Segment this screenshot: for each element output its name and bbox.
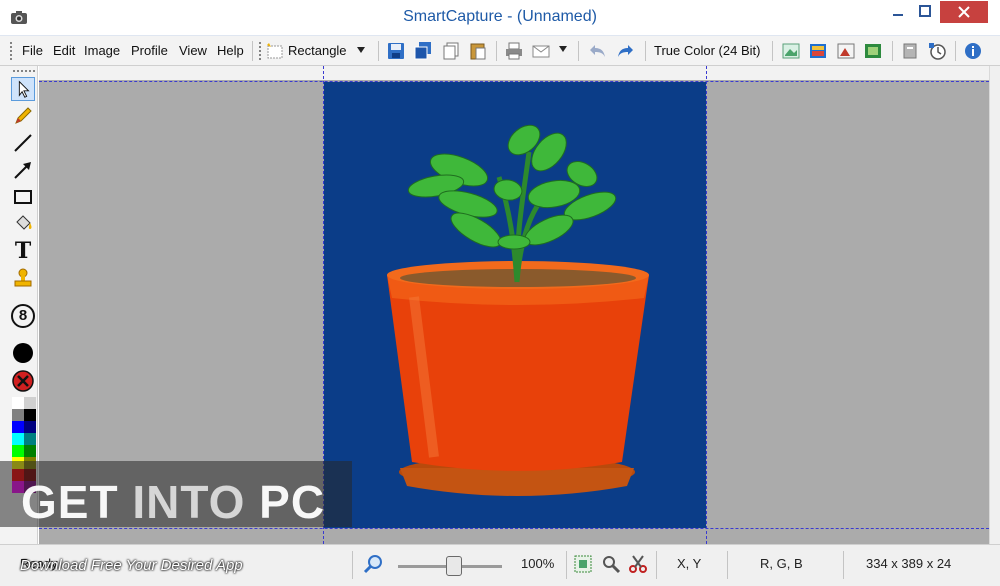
text-icon[interactable]: T — [11, 239, 35, 263]
vertical-scrollbar[interactable] — [989, 66, 1000, 544]
toolbar-separator — [378, 41, 379, 61]
settings-icon[interactable] — [900, 41, 920, 61]
pencil-icon[interactable] — [11, 104, 35, 128]
chevron-down-icon — [357, 47, 365, 53]
paste-icon[interactable] — [468, 41, 488, 61]
undo-icon[interactable] — [588, 41, 608, 61]
image-icon-1[interactable] — [781, 41, 801, 61]
status-separator — [843, 551, 844, 579]
image-icon-3[interactable] — [836, 41, 856, 61]
captured-image[interactable] — [324, 82, 706, 528]
delete-icon[interactable] — [11, 369, 35, 393]
image-dimensions: 334 x 389 x 24 — [866, 556, 952, 571]
selection-guide-right — [706, 66, 707, 544]
color-mode-label[interactable]: True Color (24 Bit) — [654, 43, 760, 58]
main-toolbar: File Edit Image Profile View Help Rectan… — [0, 36, 1000, 66]
timer-icon[interactable] — [927, 41, 947, 61]
title-bar: SmartCapture - (Unnamed) — [0, 0, 1000, 36]
toolbar-separator — [955, 41, 956, 61]
image-icon-2[interactable] — [808, 41, 828, 61]
pixel-rgb: R, G, B — [760, 556, 803, 571]
maximize-icon[interactable] — [912, 1, 938, 23]
status-separator — [727, 551, 728, 579]
palette-swatch[interactable] — [12, 409, 24, 421]
menu-image[interactable]: Image — [84, 43, 120, 58]
watermark-part3: PC — [245, 476, 326, 528]
palette-swatch[interactable] — [24, 409, 36, 421]
toolbar-grip[interactable] — [9, 41, 13, 61]
status-separator — [656, 551, 657, 579]
palette-swatch[interactable] — [12, 397, 24, 409]
zoom-icon[interactable] — [362, 553, 384, 575]
copy-icon[interactable] — [441, 41, 461, 61]
palette-swatch[interactable] — [24, 421, 36, 433]
close-icon[interactable] — [940, 1, 988, 23]
image-icon-4[interactable] — [863, 41, 883, 61]
toolbar-separator — [578, 41, 579, 61]
fit-image-icon[interactable] — [573, 554, 593, 574]
arrow-icon[interactable] — [11, 158, 35, 182]
watermark-part1: GET — [21, 476, 133, 528]
canvas-ruler-strip — [39, 66, 989, 80]
tool-panel-grip[interactable] — [12, 69, 36, 73]
watermark-logo: GET INTO PC — [21, 475, 325, 529]
info-icon[interactable] — [963, 41, 983, 61]
select-arrow-icon[interactable] — [11, 77, 35, 101]
print-icon[interactable] — [504, 41, 524, 61]
zoom-slider-thumb[interactable] — [446, 556, 462, 576]
menu-file[interactable]: File — [22, 43, 43, 58]
menu-profile[interactable]: Profile — [131, 43, 168, 58]
palette-swatch[interactable] — [24, 445, 36, 457]
watermark-part2: INTO — [132, 476, 246, 528]
save-icon[interactable] — [386, 41, 406, 61]
status-separator — [566, 551, 567, 579]
minimize-icon[interactable] — [885, 1, 911, 23]
redo-icon[interactable] — [615, 41, 635, 61]
toolbar-separator — [772, 41, 773, 61]
number-stamp-icon[interactable]: 8 — [11, 304, 35, 328]
menu-view[interactable]: View — [179, 43, 207, 58]
status-separator — [352, 551, 353, 579]
brush-size-icon[interactable] — [11, 341, 35, 365]
stamp-icon[interactable] — [11, 266, 35, 290]
palette-swatch[interactable] — [12, 445, 24, 457]
rectangle-icon[interactable] — [11, 185, 35, 209]
email-icon[interactable] — [531, 41, 551, 61]
palette-swatch[interactable] — [12, 433, 24, 445]
toolbar-separator — [892, 41, 893, 61]
watermark-subtitle: Download Free Your Desired App — [20, 557, 243, 574]
zoom-percent: 100% — [521, 556, 555, 571]
line-icon[interactable] — [11, 131, 35, 155]
menu-help[interactable]: Help — [217, 43, 244, 58]
save-all-icon[interactable] — [413, 41, 433, 61]
crop-icon[interactable] — [601, 554, 621, 574]
capture-shape-label: Rectangle — [288, 43, 347, 58]
chevron-down-icon[interactable] — [559, 46, 567, 52]
rectangle-select-icon — [267, 43, 283, 59]
toolbar-grip[interactable] — [258, 41, 262, 61]
window-title: SmartCapture - (Unnamed) — [403, 8, 597, 25]
menu-edit[interactable]: Edit — [53, 43, 75, 58]
scissors-icon[interactable] — [628, 554, 648, 574]
toolbar-separator — [496, 41, 497, 61]
capture-shape-select[interactable]: Rectangle — [265, 40, 371, 62]
cursor-coordinates: X, Y — [677, 556, 702, 571]
palette-swatch[interactable] — [24, 433, 36, 445]
palette-swatch[interactable] — [24, 397, 36, 409]
fill-bucket-icon[interactable] — [11, 212, 35, 236]
palette-swatch[interactable] — [12, 421, 24, 433]
toolbar-separator — [645, 41, 646, 61]
toolbar-separator — [252, 41, 253, 61]
